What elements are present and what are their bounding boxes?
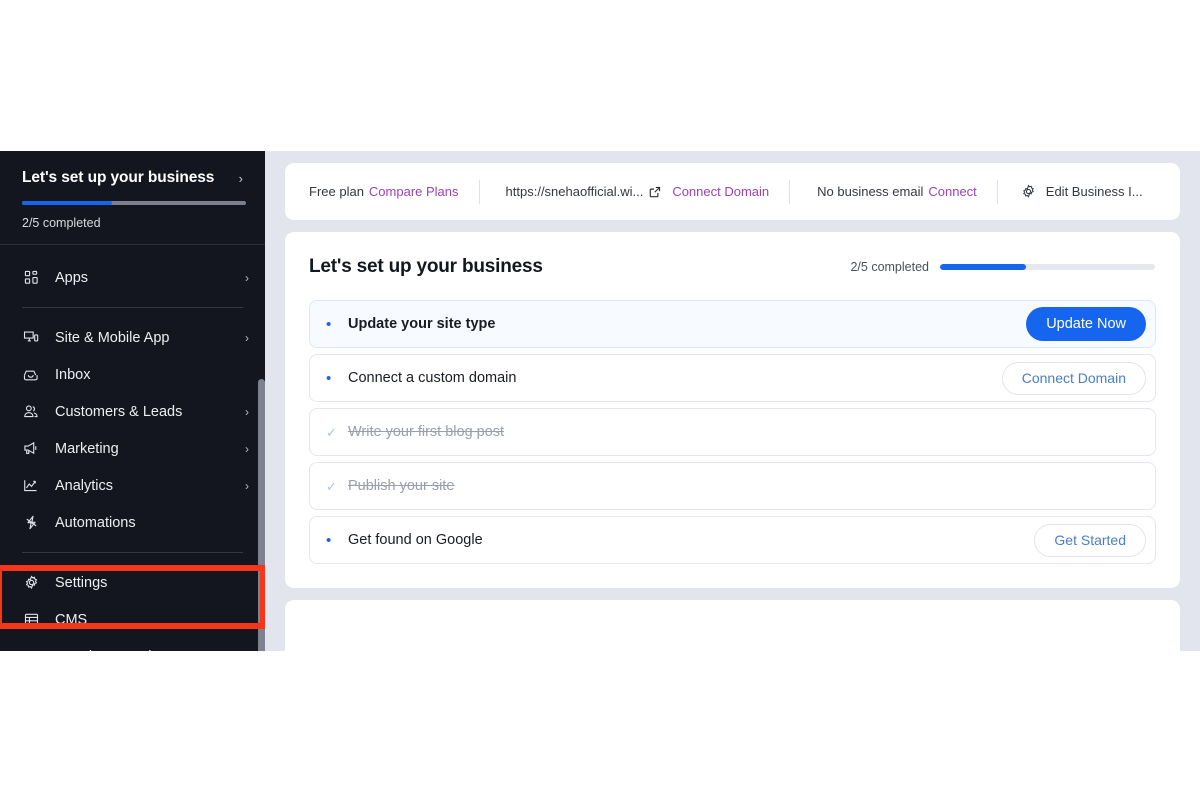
megaphone-icon — [20, 439, 42, 459]
sidebar-item-label: Automations — [55, 514, 136, 531]
sidebar-item-label: Developer Tools — [55, 649, 159, 652]
sidebar-scrollbar-thumb[interactable] — [258, 379, 265, 651]
domain-segment: https://snehaofficial.wi... Connect Doma… — [480, 184, 790, 199]
task-action: Connect Domain — [1001, 361, 1146, 395]
chevron-right-icon: › — [245, 330, 249, 345]
inbox-icon — [20, 365, 42, 385]
setup-progress-bar — [940, 264, 1155, 270]
sidebar-item-site-mobile-app[interactable]: Site & Mobile App › — [0, 319, 265, 356]
get-started-button[interactable]: Get Started — [1034, 523, 1146, 557]
app-viewport: Let's set up your business › 2/5 complet… — [0, 151, 1200, 651]
sidebar-item-label: Apps — [55, 269, 89, 286]
sidebar-item-developer-tools[interactable]: Developer Tools › — [0, 638, 265, 652]
setup-progress: 2/5 completed — [850, 260, 1155, 274]
task-row[interactable]: ✓ Write your first blog post — [309, 408, 1156, 456]
chevron-right-icon: › — [245, 270, 249, 285]
gear-icon — [20, 573, 42, 593]
task-label: Connect a custom domain — [348, 370, 517, 386]
chevron-right-icon: › — [245, 441, 249, 456]
bolt-icon — [20, 513, 42, 533]
sidebar-item-apps[interactable]: Apps › — [0, 259, 265, 296]
sidebar-progress-label: 2/5 completed — [22, 216, 101, 230]
edit-business-info-segment[interactable]: Edit Business I... — [998, 184, 1143, 199]
sidebar-setup-header[interactable]: Let's set up your business › — [22, 169, 249, 187]
task-label: Get found on Google — [348, 532, 483, 548]
task-label: Write your first blog post — [348, 424, 505, 440]
update-now-button[interactable]: Update Now — [1026, 307, 1146, 341]
bullet-icon: • — [326, 531, 332, 549]
bullet-icon: • — [326, 369, 332, 387]
sidebar-setup-section[interactable]: Let's set up your business › 2/5 complet… — [0, 151, 265, 244]
sidebar-nav: Apps › Site & Mobile App › Inbox Custome… — [0, 259, 265, 651]
setup-card-header: Let's set up your business 2/5 completed — [309, 256, 1156, 278]
sidebar-setup-title: Let's set up your business — [22, 169, 215, 186]
edit-business-info-label: Edit Business I... — [1045, 184, 1143, 199]
sidebar-item-label: Site & Mobile App — [55, 329, 170, 346]
bullet-icon: • — [326, 315, 332, 333]
sidebar-progress-fill — [22, 201, 112, 205]
sidebar-item-label: Settings — [55, 574, 108, 591]
external-link-icon[interactable] — [649, 186, 661, 198]
monitor-mobile-icon — [20, 328, 42, 348]
setup-progress-label: 2/5 completed — [850, 260, 929, 274]
sidebar-scrollbar[interactable] — [258, 151, 265, 651]
chevron-right-icon: › — [245, 651, 249, 652]
sidebar-item-analytics[interactable]: Analytics › — [0, 467, 265, 504]
task-action: Update Now — [1026, 307, 1146, 341]
sidebar-item-marketing[interactable]: Marketing › — [0, 430, 265, 467]
business-email-label: No business email — [817, 184, 924, 199]
gear-icon — [1021, 184, 1036, 199]
chevron-right-icon[interactable]: › — [239, 172, 249, 185]
task-row[interactable]: • Get found on Google Get Started — [309, 516, 1156, 564]
sidebar-item-cms[interactable]: CMS — [0, 601, 265, 638]
main-content: Free plan Compare Plans https://snehaoff… — [265, 151, 1200, 651]
sidebar-item-label: Customers & Leads — [55, 403, 183, 420]
line-chart-icon — [20, 476, 42, 496]
task-row[interactable]: ✓ Publish your site — [309, 462, 1156, 510]
table-grid-icon — [20, 610, 42, 630]
check-icon: ✓ — [326, 424, 337, 440]
email-segment: No business email Connect — [790, 184, 997, 199]
task-list: • Update your site type Update Now • Con… — [309, 300, 1156, 564]
task-label: Publish your site — [348, 478, 455, 494]
check-icon: ✓ — [326, 478, 337, 494]
sidebar-item-label: Inbox — [55, 366, 91, 383]
business-info-bar: Free plan Compare Plans https://snehaoff… — [285, 163, 1180, 220]
page-title: Let's set up your business — [309, 256, 543, 277]
connect-domain-link[interactable]: Connect Domain — [672, 184, 769, 199]
chevron-right-icon: › — [245, 404, 249, 419]
code-icon — [20, 647, 42, 652]
sidebar: Let's set up your business › 2/5 complet… — [0, 151, 265, 651]
plan-label: Free plan — [309, 184, 364, 199]
task-label: Update your site type — [348, 316, 496, 332]
setup-progress-fill — [940, 264, 1026, 270]
connect-email-link[interactable]: Connect — [928, 184, 976, 199]
apps-grid-icon — [20, 268, 42, 288]
site-url-label: https://snehaofficial.wi... — [505, 184, 644, 199]
sidebar-item-customers-leads[interactable]: Customers & Leads › — [0, 393, 265, 430]
task-action: Get Started — [1034, 523, 1146, 557]
sidebar-item-automations[interactable]: Automations — [0, 504, 265, 541]
plan-segment: Free plan Compare Plans — [303, 184, 479, 199]
sidebar-progress-bar — [22, 201, 246, 205]
sidebar-item-settings[interactable]: Settings — [0, 564, 265, 601]
task-row[interactable]: • Connect a custom domain Connect Domain — [309, 354, 1156, 402]
connect-domain-button[interactable]: Connect Domain — [1001, 361, 1146, 395]
compare-plans-link[interactable]: Compare Plans — [369, 184, 459, 199]
sidebar-item-label: CMS — [55, 611, 88, 628]
sidebar-item-inbox[interactable]: Inbox — [0, 356, 265, 393]
setup-checklist-card: Let's set up your business 2/5 completed… — [285, 232, 1180, 588]
chevron-right-icon: › — [245, 478, 249, 493]
people-icon — [20, 402, 42, 422]
secondary-card — [285, 600, 1180, 651]
sidebar-item-label: Marketing — [55, 440, 119, 457]
sidebar-divider-top — [0, 244, 265, 245]
sidebar-item-label: Analytics — [55, 477, 114, 494]
task-row[interactable]: • Update your site type Update Now — [309, 300, 1156, 348]
